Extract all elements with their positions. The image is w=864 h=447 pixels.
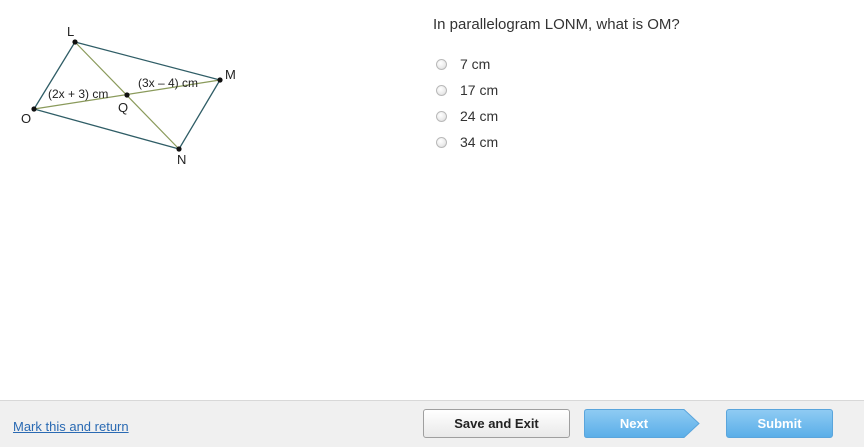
- option-label: 34 cm: [460, 134, 499, 150]
- segment-oq-label: (2x + 3) cm: [48, 87, 108, 101]
- mark-and-return-link[interactable]: Mark this and return: [13, 419, 129, 434]
- segment-qm-label: (3x – 4) cm: [138, 76, 198, 90]
- vertex-n-dot: [176, 146, 182, 152]
- save-and-exit-button[interactable]: Save and Exit: [423, 409, 570, 438]
- point-q-label: Q: [118, 100, 128, 115]
- vertex-l-label: L: [67, 24, 74, 39]
- answer-options: 7 cm 17 cm 24 cm 34 cm: [436, 51, 498, 155]
- option-label: 17 cm: [460, 82, 499, 98]
- next-button[interactable]: Next: [584, 409, 700, 438]
- radio-button[interactable]: [436, 136, 447, 148]
- option-label: 7 cm: [460, 56, 491, 72]
- point-q-dot: [124, 92, 130, 98]
- question-page: L M N O Q (2x + 3) cm (3x – 4) cm In par…: [0, 0, 864, 447]
- footer-bar: Mark this and return Save and Exit Next …: [0, 400, 864, 447]
- vertex-m-label: M: [225, 67, 236, 82]
- next-label: Next: [619, 416, 649, 431]
- vertex-o-dot: [31, 106, 37, 112]
- question-text: In parallelogram LONM, what is OM?: [433, 16, 680, 33]
- vertex-o-label: O: [21, 111, 31, 126]
- option-label: 24 cm: [460, 108, 499, 124]
- vertex-l-dot: [72, 39, 78, 45]
- parallelogram-figure: L M N O Q (2x + 3) cm (3x – 4) cm: [21, 24, 236, 167]
- radio-button[interactable]: [436, 58, 447, 70]
- submit-button[interactable]: Submit: [726, 409, 833, 438]
- option-34cm[interactable]: 34 cm: [436, 129, 498, 155]
- option-24cm[interactable]: 24 cm: [436, 103, 498, 129]
- radio-button[interactable]: [436, 84, 447, 96]
- radio-button[interactable]: [436, 110, 447, 122]
- vertex-m-dot: [217, 77, 223, 83]
- option-17cm[interactable]: 17 cm: [436, 77, 498, 103]
- option-7cm[interactable]: 7 cm: [436, 51, 498, 77]
- vertex-n-label: N: [177, 152, 186, 167]
